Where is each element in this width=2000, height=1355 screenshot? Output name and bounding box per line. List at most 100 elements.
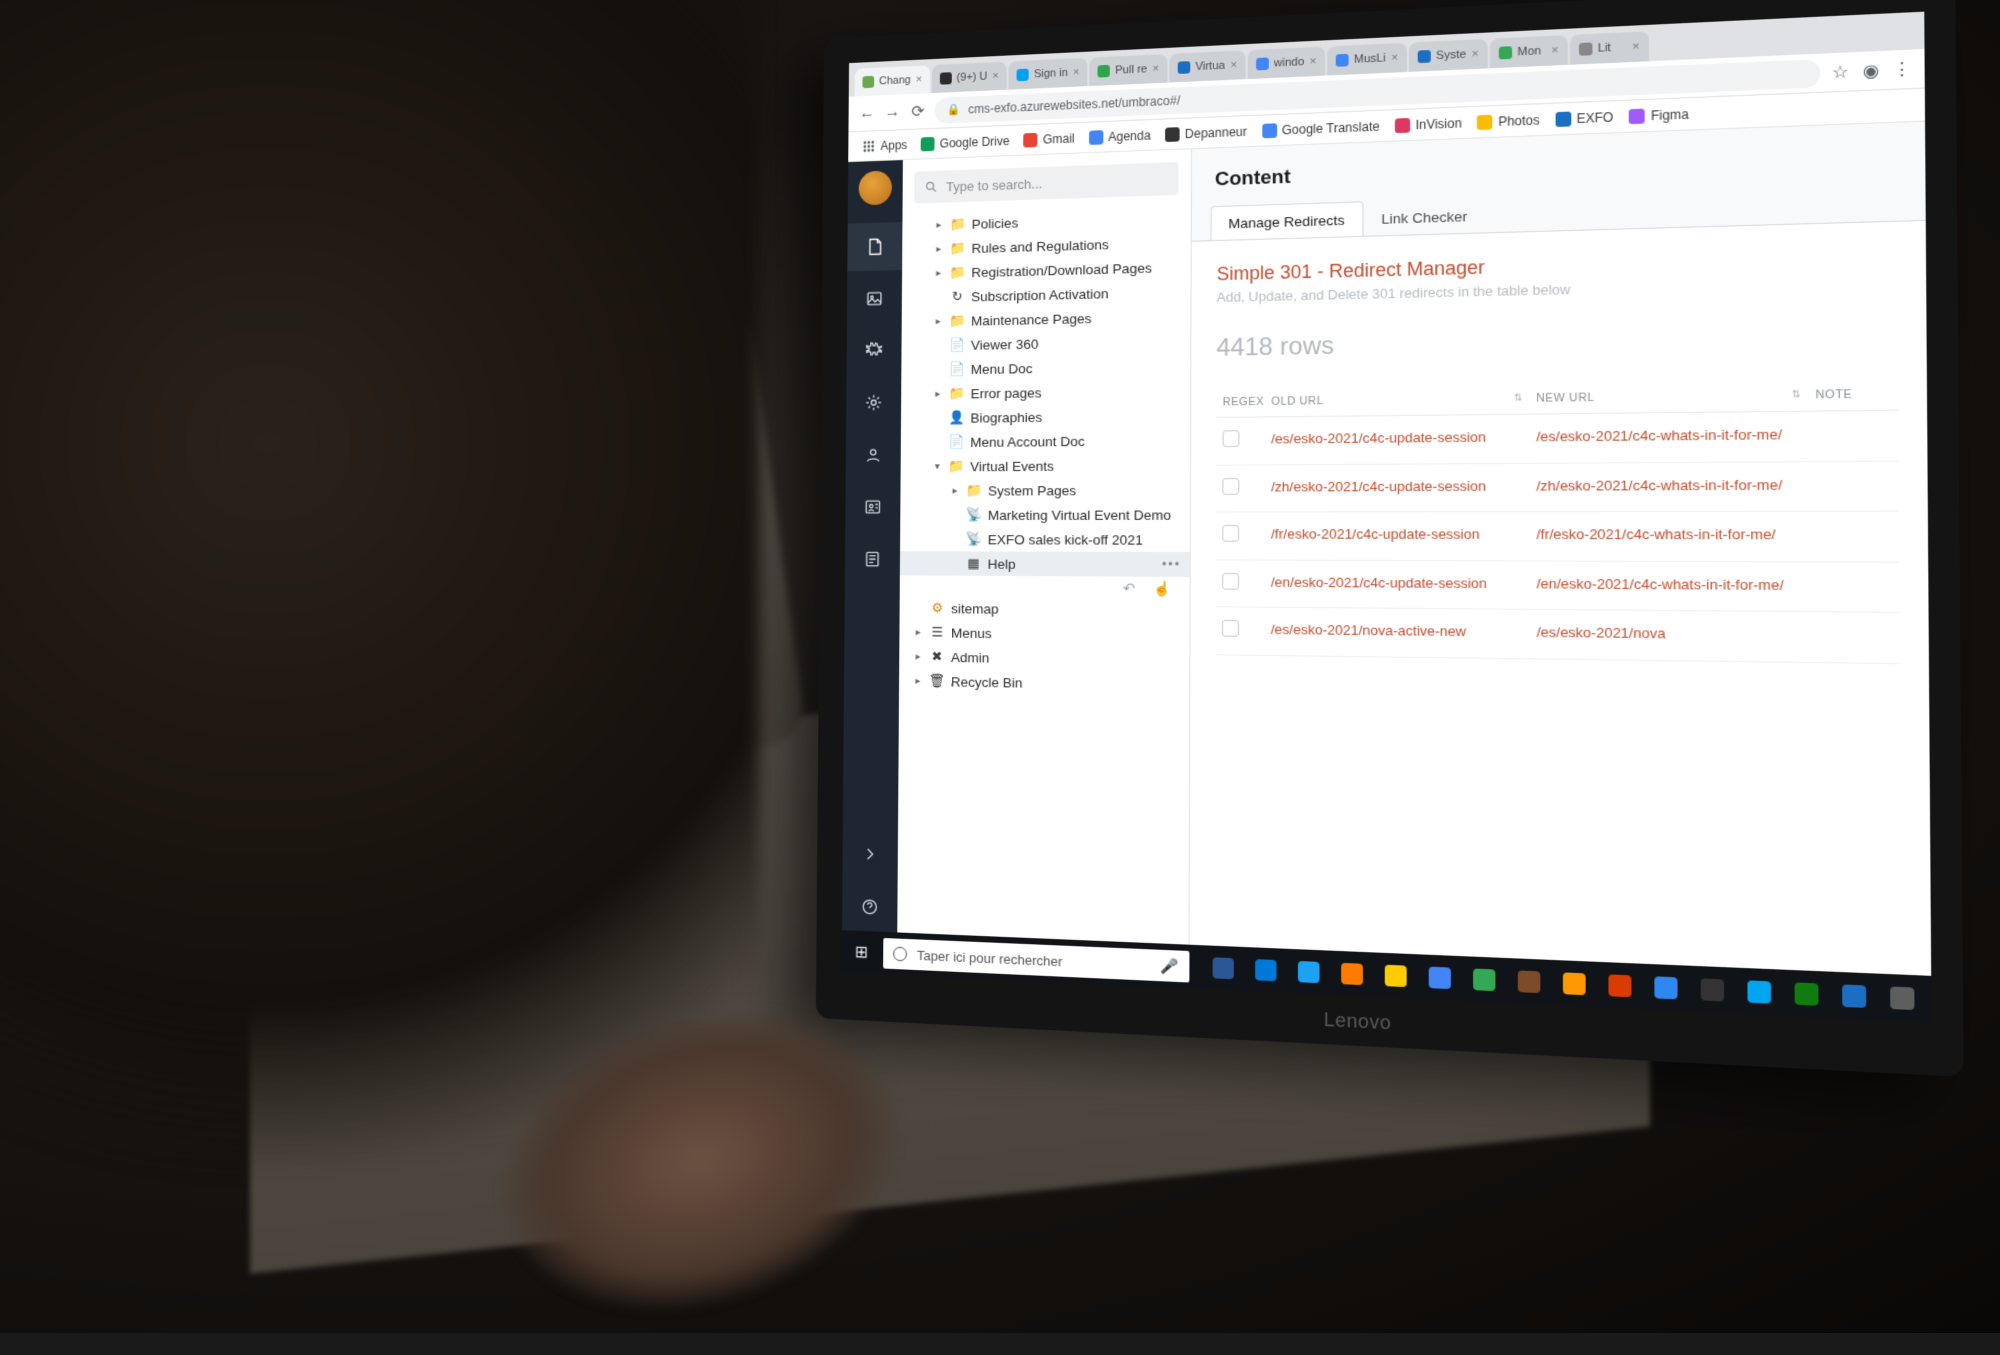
row-checkbox[interactable]: [1222, 573, 1239, 590]
close-icon[interactable]: ×: [1073, 66, 1080, 78]
tab-manage-redirects[interactable]: Manage Redirects: [1211, 201, 1364, 240]
bookmark-item[interactable]: Photos: [1477, 112, 1539, 129]
taskbar-app-icon[interactable]: [1420, 961, 1460, 995]
node-actions-icon[interactable]: •••: [1162, 557, 1181, 572]
close-icon[interactable]: ×: [1632, 40, 1639, 53]
table-row[interactable]: /es/esko-2021/nova-active-new /es/esko-2…: [1216, 607, 1900, 663]
bookmark-item[interactable]: Apps: [862, 137, 907, 153]
table-row[interactable]: /fr/esko-2021/c4c-update-session /fr/esk…: [1216, 511, 1899, 562]
bookmark-item[interactable]: Google Translate: [1262, 119, 1380, 138]
tree-node[interactable]: ▸ 🗑 Recycle Bin: [899, 668, 1189, 697]
rail-media-icon[interactable]: [847, 274, 902, 323]
tree-node[interactable]: 📡 Marketing Virtual Event Demo: [900, 502, 1190, 527]
row-checkbox[interactable]: [1222, 525, 1239, 542]
tree-node[interactable]: 📄 Menu Account Doc: [901, 428, 1190, 455]
chevron-icon[interactable]: ▾: [932, 461, 942, 472]
col-note[interactable]: NOTE: [1808, 379, 1898, 412]
chevron-icon[interactable]: ▸: [934, 267, 944, 278]
nav-back-icon[interactable]: ←: [858, 104, 876, 123]
browser-tab[interactable]: windo ×: [1248, 47, 1326, 80]
tree-search[interactable]: Type to search...: [914, 162, 1178, 204]
taskbar-app-icon[interactable]: [1738, 974, 1781, 1009]
chevron-icon[interactable]: ▸: [950, 485, 960, 496]
bookmark-item[interactable]: Gmail: [1024, 131, 1075, 147]
browser-tab[interactable]: (9+) U ×: [932, 62, 1007, 93]
app-logo[interactable]: [859, 170, 892, 205]
taskbar-app-icon[interactable]: [1691, 972, 1733, 1007]
tree-node[interactable]: ▦ Help •••: [900, 551, 1190, 577]
rail-forms-icon[interactable]: [845, 535, 900, 583]
taskbar-app-icon[interactable]: [1509, 965, 1550, 999]
close-icon[interactable]: ×: [1310, 55, 1317, 68]
close-icon[interactable]: ×: [992, 70, 999, 82]
mic-icon[interactable]: 🎤: [1161, 957, 1179, 976]
bookmark-item[interactable]: InVision: [1395, 115, 1462, 132]
col-new-url[interactable]: NEW URL⇅: [1529, 380, 1808, 414]
table-row[interactable]: /en/esko-2021/c4c-update-session /en/esk…: [1216, 559, 1900, 612]
tab-link-checker[interactable]: Link Checker: [1363, 197, 1486, 235]
tree-node[interactable]: ⚙ sitemap: [900, 596, 1190, 623]
start-button[interactable]: ⊞: [848, 942, 876, 964]
chevron-icon[interactable]: ▸: [913, 651, 923, 662]
bookmark-item[interactable]: Depanneur: [1165, 124, 1247, 142]
taskbar-app-icon[interactable]: [1785, 976, 1828, 1011]
browser-tab[interactable]: Sign in ×: [1009, 58, 1088, 90]
rail-gear-icon[interactable]: [846, 378, 901, 427]
taskbar-app-icon[interactable]: [1554, 967, 1595, 1002]
chevron-icon[interactable]: ▸: [913, 675, 923, 686]
col-regex[interactable]: REGEX: [1216, 387, 1265, 417]
chevron-icon[interactable]: ▸: [913, 627, 923, 638]
row-checkbox[interactable]: [1223, 430, 1240, 447]
tree-node[interactable]: ▸ ☰ Menus: [899, 620, 1189, 648]
tree-node[interactable]: ▾ 📁 Virtual Events: [901, 452, 1190, 478]
rail-help-icon[interactable]: [842, 881, 898, 932]
rail-expand-icon[interactable]: [842, 829, 898, 880]
browser-tab[interactable]: Virtua ×: [1169, 50, 1245, 82]
tree-node[interactable]: 👤 Biographies: [901, 403, 1190, 431]
tree-node[interactable]: ▸ 📁 Error pages: [901, 378, 1190, 406]
menu-icon[interactable]: ⋮: [1891, 58, 1913, 81]
bookmark-item[interactable]: Agenda: [1089, 128, 1151, 145]
col-old-url[interactable]: OLD URL⇅: [1265, 384, 1530, 417]
chevron-icon[interactable]: ▸: [934, 243, 944, 254]
tree-action-icon[interactable]: ☝: [1153, 581, 1171, 594]
tree-action-icon[interactable]: ↶: [1123, 581, 1135, 593]
close-icon[interactable]: ×: [1152, 63, 1159, 76]
taskbar-app-icon[interactable]: [1289, 955, 1328, 989]
tree-node[interactable]: ▸ 📁 System Pages: [900, 477, 1190, 503]
taskbar-app-icon[interactable]: [1204, 952, 1242, 985]
bookmark-item[interactable]: Figma: [1629, 106, 1689, 123]
row-checkbox[interactable]: [1222, 620, 1239, 637]
rail-settings-icon[interactable]: [847, 326, 902, 375]
close-icon[interactable]: ×: [916, 74, 922, 86]
close-icon[interactable]: ×: [1472, 48, 1479, 61]
browser-tab[interactable]: Syste ×: [1409, 39, 1488, 72]
browser-tab[interactable]: MusLi ×: [1327, 43, 1406, 76]
close-icon[interactable]: ×: [1391, 51, 1398, 64]
bookmark-item[interactable]: Google Drive: [921, 133, 1010, 151]
rail-members-icon[interactable]: [845, 483, 900, 531]
close-icon[interactable]: ×: [1551, 44, 1558, 57]
nav-forward-icon[interactable]: →: [884, 103, 902, 122]
tree-node[interactable]: 📡 EXFO sales kick-off 2021: [900, 527, 1190, 552]
browser-tab[interactable]: Lit ×: [1570, 31, 1649, 64]
chevron-icon[interactable]: ▸: [933, 388, 943, 399]
taskbar-app-icon[interactable]: [1833, 978, 1876, 1014]
browser-tab[interactable]: Pull re ×: [1090, 54, 1168, 86]
table-row[interactable]: /es/esko-2021/c4c-update-session /es/esk…: [1216, 410, 1898, 465]
taskbar-app-icon[interactable]: [1880, 980, 1924, 1016]
star-icon[interactable]: ☆: [1830, 60, 1851, 83]
browser-tab[interactable]: Chang ×: [855, 65, 930, 96]
taskbar-app-icon[interactable]: [1332, 957, 1371, 991]
bookmark-item[interactable]: EXFO: [1555, 109, 1613, 126]
rail-content-icon[interactable]: [847, 222, 902, 271]
nav-reload-icon[interactable]: ⟳: [909, 101, 927, 122]
browser-tab[interactable]: Mon ×: [1490, 35, 1568, 68]
taskbar-app-icon[interactable]: [1599, 968, 1640, 1003]
taskbar-app-icon[interactable]: [1376, 959, 1415, 993]
rail-users-icon[interactable]: [846, 430, 901, 479]
taskbar-app-icon[interactable]: [1247, 953, 1286, 986]
chevron-icon[interactable]: ▸: [933, 316, 943, 327]
taskbar-app-icon[interactable]: [1464, 963, 1504, 997]
profile-icon[interactable]: ◉: [1860, 59, 1881, 82]
